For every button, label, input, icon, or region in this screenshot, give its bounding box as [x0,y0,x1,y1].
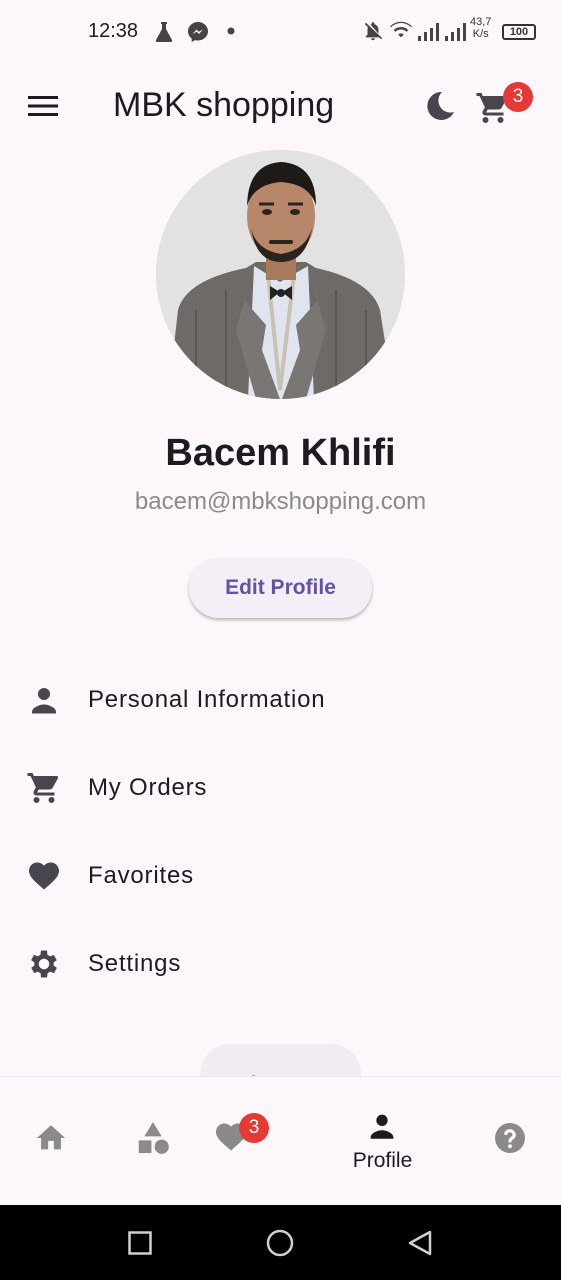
gear-icon [31,950,57,978]
bottom-navigation: 3 Profile [0,1076,561,1205]
menu-item-favorites[interactable]: Favorites [0,832,561,920]
messenger-icon [188,22,208,42]
moon-icon [427,91,454,120]
system-navigation-bar [0,1205,561,1280]
signal-icon [418,23,439,41]
nav-home[interactable] [0,1077,100,1206]
menu-item-label: Personal Information [88,686,326,713]
profile-menu: Personal Information My Orders Favorites… [0,656,561,1008]
flask-icon [155,22,173,42]
network-speed: 43,7 K/s [470,16,491,40]
network-speed-value: 43,7 [470,16,492,28]
nav-profile-label: Profile [352,1149,413,1172]
battery-indicator: 100 [502,24,536,40]
profile-avatar [156,150,405,399]
nav-favorites[interactable]: 3 [205,1077,315,1206]
recents-icon[interactable] [128,1231,152,1255]
app-title: MBK shopping [113,86,335,124]
home-icon [36,1125,66,1150]
hamburger-menu-icon [28,96,58,116]
menu-item-my-orders[interactable]: My Orders [0,744,561,832]
person-icon [370,1114,394,1139]
person-icon [32,688,56,714]
categories-icon [138,1122,169,1154]
menu-button[interactable] [28,94,60,118]
wifi-icon [390,21,412,38]
heart-icon [29,862,59,890]
status-time: 12:38 [88,20,139,42]
app-bar: MBK shopping 3 [0,64,561,148]
status-bar: 12:38 43,7 K/s 100 [0,0,561,64]
notification-dot-icon [227,27,235,35]
menu-item-label: My Orders [88,774,208,801]
menu-item-personal-information[interactable]: Personal Information [0,656,561,744]
cart-icon [27,773,59,803]
dark-mode-toggle[interactable] [422,88,458,124]
edit-profile-button[interactable]: Edit Profile [189,558,372,618]
signal-2-icon [445,23,466,41]
help-icon [495,1123,525,1153]
menu-item-label: Favorites [88,862,194,889]
nav-profile[interactable]: Profile [330,1077,435,1206]
home-circle-icon[interactable] [266,1229,294,1257]
favorites-badge: 3 [239,1113,269,1143]
nav-help[interactable] [460,1077,561,1206]
user-name: Bacem Khlifi [165,432,396,474]
cart-badge: 3 [503,82,533,112]
cart-button[interactable]: 3 [475,82,533,128]
user-email: bacem@mbkshopping.com [134,488,427,515]
network-speed-unit: K/s [472,28,489,40]
menu-item-settings[interactable]: Settings [0,920,561,1008]
nav-categories[interactable] [100,1077,205,1206]
menu-item-label: Settings [88,950,182,977]
back-icon[interactable] [406,1229,434,1257]
avatar-photo [156,150,405,399]
bell-off-icon [364,22,383,41]
